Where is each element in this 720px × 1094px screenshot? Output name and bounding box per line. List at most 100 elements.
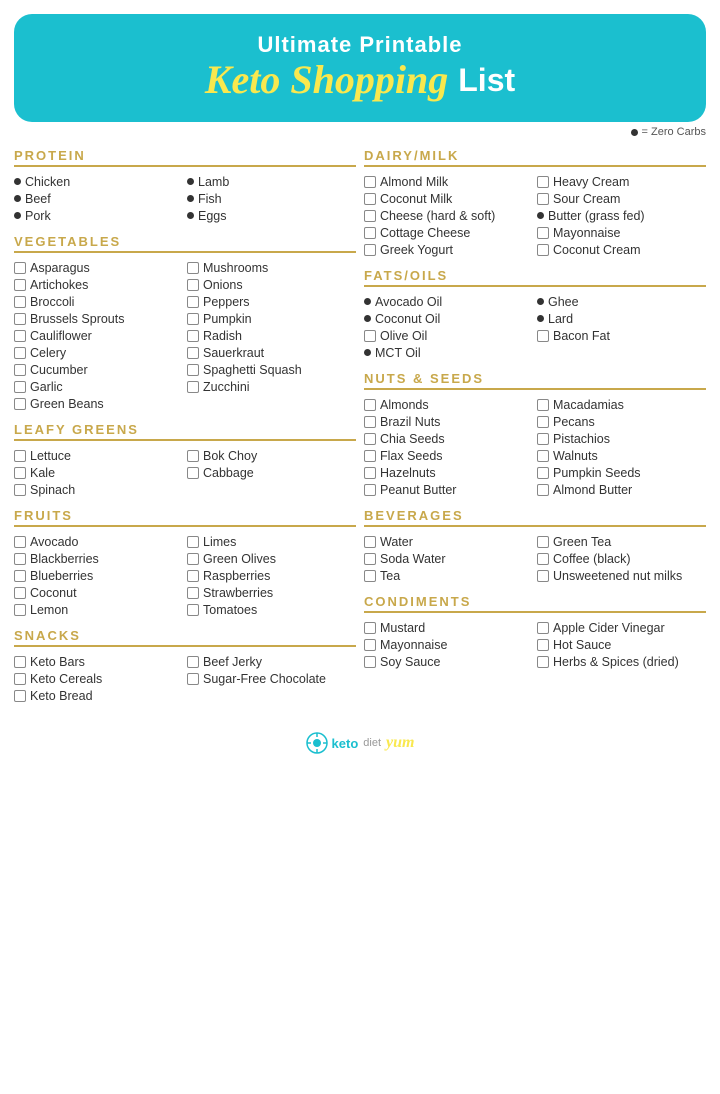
checkbox-icon[interactable] [14,484,26,496]
checkbox-icon[interactable] [14,313,26,325]
checkbox-icon[interactable] [537,227,549,239]
checkbox-icon[interactable] [14,364,26,376]
checkbox-icon[interactable] [537,244,549,256]
checkbox-icon[interactable] [187,673,199,685]
checkbox-icon[interactable] [187,279,199,291]
list-item[interactable]: Zucchini [187,378,356,395]
list-item[interactable]: Coffee (black) [537,550,706,567]
list-item[interactable]: Chia Seeds [364,430,533,447]
list-item[interactable]: Soy Sauce [364,653,533,670]
checkbox-icon[interactable] [14,690,26,702]
list-item[interactable]: Sour Cream [537,190,706,207]
list-item[interactable]: Unsweetened nut milks [537,567,706,584]
checkbox-icon[interactable] [187,347,199,359]
checkbox-icon[interactable] [537,570,549,582]
checkbox-icon[interactable] [364,416,376,428]
checkbox-icon[interactable] [14,347,26,359]
list-item[interactable]: Mustard [364,619,533,636]
checkbox-icon[interactable] [364,570,376,582]
list-item[interactable]: Butter (grass fed) [537,207,706,224]
checkbox-icon[interactable] [187,262,199,274]
list-item[interactable]: Walnuts [537,447,706,464]
checkbox-icon[interactable] [364,622,376,634]
list-item[interactable]: Raspberries [187,567,356,584]
checkbox-icon[interactable] [187,381,199,393]
list-item[interactable]: Almond Butter [537,481,706,498]
checkbox-icon[interactable] [537,467,549,479]
list-item[interactable]: Apple Cider Vinegar [537,619,706,636]
list-item[interactable]: Coconut [14,584,183,601]
checkbox-icon[interactable] [187,296,199,308]
list-item[interactable]: Cabbage [187,464,356,481]
list-item[interactable]: Ghee [537,293,706,310]
list-item[interactable]: Coconut Milk [364,190,533,207]
list-item[interactable]: Cottage Cheese [364,224,533,241]
list-item[interactable]: Almond Milk [364,173,533,190]
checkbox-icon[interactable] [14,398,26,410]
list-item[interactable]: Blackberries [14,550,183,567]
checkbox-icon[interactable] [364,227,376,239]
checkbox-icon[interactable] [187,313,199,325]
checkbox-icon[interactable] [364,467,376,479]
checkbox-icon[interactable] [364,210,376,222]
list-item[interactable]: Celery [14,344,183,361]
list-item[interactable]: Greek Yogurt [364,241,533,258]
checkbox-icon[interactable] [14,381,26,393]
checkbox-icon[interactable] [187,656,199,668]
list-item[interactable]: Lemon [14,601,183,618]
list-item[interactable]: Limes [187,533,356,550]
list-item[interactable]: Brazil Nuts [364,413,533,430]
list-item[interactable]: Brussels Sprouts [14,310,183,327]
list-item[interactable]: Almonds [364,396,533,413]
list-item[interactable]: Tomatoes [187,601,356,618]
checkbox-icon[interactable] [187,604,199,616]
list-item[interactable]: MCT Oil [364,344,533,361]
checkbox-icon[interactable] [537,553,549,565]
checkbox-icon[interactable] [14,553,26,565]
list-item[interactable]: Fish [187,190,356,207]
list-item[interactable]: Mayonnaise [364,636,533,653]
checkbox-icon[interactable] [537,622,549,634]
list-item[interactable]: Cucumber [14,361,183,378]
checkbox-icon[interactable] [364,433,376,445]
list-item[interactable]: Macadamias [537,396,706,413]
checkbox-icon[interactable] [364,193,376,205]
list-item[interactable]: Sauerkraut [187,344,356,361]
list-item[interactable]: Lettuce [14,447,183,464]
list-item[interactable]: Spaghetti Squash [187,361,356,378]
list-item[interactable]: Tea [364,567,533,584]
list-item[interactable]: Blueberries [14,567,183,584]
list-item[interactable]: Bacon Fat [537,327,706,344]
checkbox-icon[interactable] [14,467,26,479]
checkbox-icon[interactable] [537,176,549,188]
list-item[interactable]: Cheese (hard & soft) [364,207,533,224]
list-item[interactable]: Coconut Cream [537,241,706,258]
checkbox-icon[interactable] [14,570,26,582]
list-item[interactable]: Heavy Cream [537,173,706,190]
list-item[interactable]: Asparagus [14,259,183,276]
list-item[interactable]: Olive Oil [364,327,533,344]
checkbox-icon[interactable] [14,536,26,548]
list-item[interactable]: Garlic [14,378,183,395]
list-item[interactable]: Pistachios [537,430,706,447]
list-item[interactable]: Green Beans [14,395,183,412]
list-item[interactable]: Peanut Butter [364,481,533,498]
list-item[interactable]: Flax Seeds [364,447,533,464]
checkbox-icon[interactable] [537,656,549,668]
checkbox-icon[interactable] [14,604,26,616]
list-item[interactable]: Avocado Oil [364,293,533,310]
checkbox-icon[interactable] [187,330,199,342]
list-item[interactable]: Beef Jerky [187,653,356,670]
checkbox-icon[interactable] [537,416,549,428]
checkbox-icon[interactable] [364,450,376,462]
checkbox-icon[interactable] [537,639,549,651]
list-item[interactable]: Mushrooms [187,259,356,276]
list-item[interactable]: Strawberries [187,584,356,601]
list-item[interactable]: Radish [187,327,356,344]
checkbox-icon[interactable] [537,433,549,445]
list-item[interactable]: Soda Water [364,550,533,567]
checkbox-icon[interactable] [364,244,376,256]
checkbox-icon[interactable] [14,296,26,308]
checkbox-icon[interactable] [187,364,199,376]
checkbox-icon[interactable] [537,193,549,205]
